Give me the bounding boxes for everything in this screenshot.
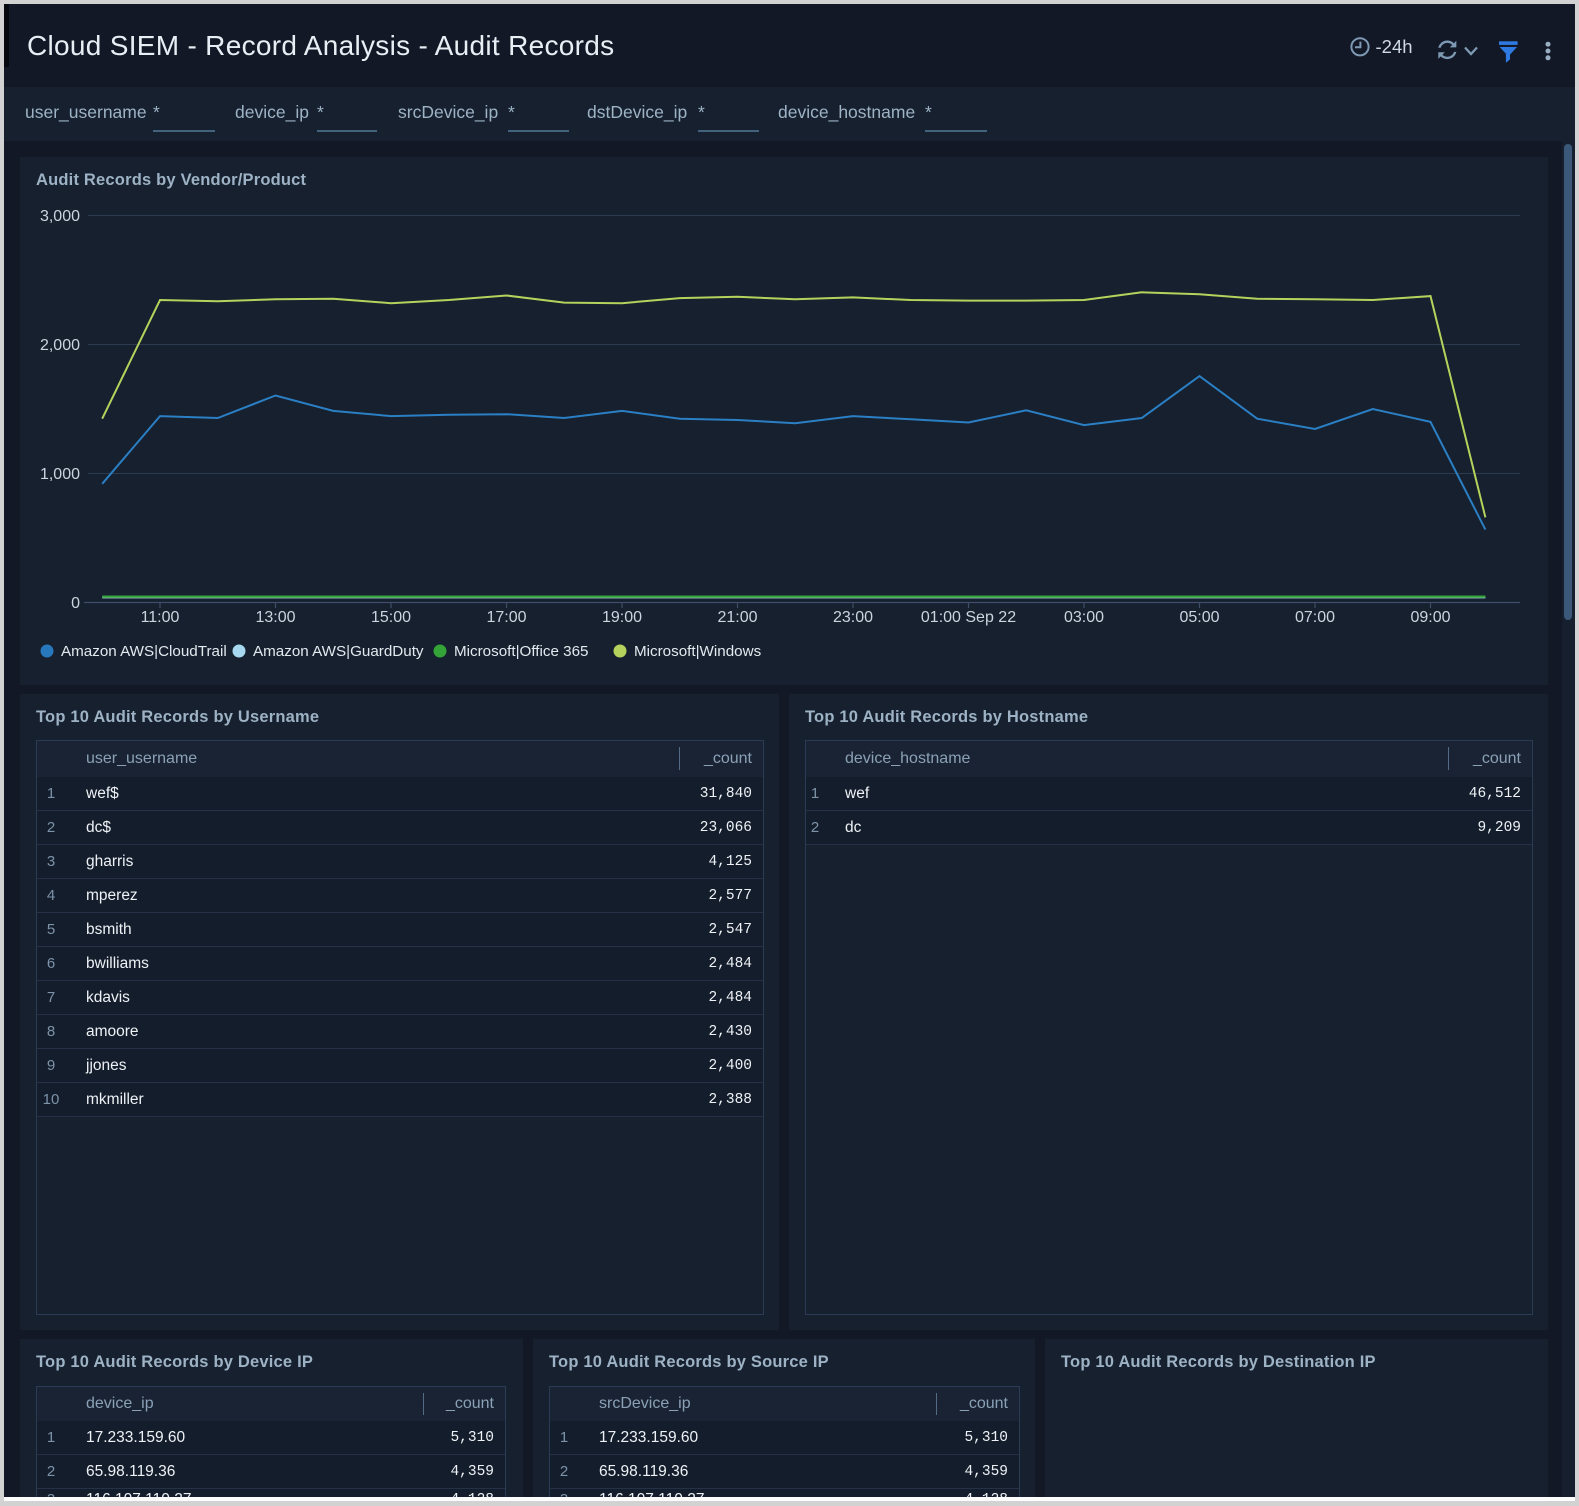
svg-text:0: 0	[71, 595, 80, 612]
svg-text:11:00: 11:00	[141, 609, 180, 626]
svg-text:01:00 Sep 22: 01:00 Sep 22	[921, 609, 1016, 626]
svg-text:19:00: 19:00	[602, 609, 642, 626]
svg-text:05:00: 05:00	[1179, 609, 1219, 626]
svg-text:Microsoft|Windows: Microsoft|Windows	[634, 643, 762, 660]
svg-text:-24h: -24h	[1376, 36, 1413, 57]
svg-text:Amazon AWS|GuardDuty: Amazon AWS|GuardDuty	[253, 643, 424, 660]
svg-text:Microsoft|Office 365: Microsoft|Office 365	[454, 643, 589, 660]
svg-text:07:00: 07:00	[1295, 609, 1335, 626]
svg-text:2,000: 2,000	[40, 337, 80, 354]
svg-text:03:00: 03:00	[1064, 609, 1104, 626]
svg-text:17:00: 17:00	[486, 609, 526, 626]
svg-text:21:00: 21:00	[717, 609, 757, 626]
svg-text:3,000: 3,000	[40, 208, 80, 225]
svg-text:13:00: 13:00	[255, 609, 295, 626]
svg-text:Amazon AWS|CloudTrail: Amazon AWS|CloudTrail	[61, 643, 227, 660]
svg-text:15:00: 15:00	[371, 609, 411, 626]
svg-text:23:00: 23:00	[833, 609, 873, 626]
svg-text:1,000: 1,000	[40, 466, 80, 483]
svg-text:09:00: 09:00	[1410, 609, 1450, 626]
